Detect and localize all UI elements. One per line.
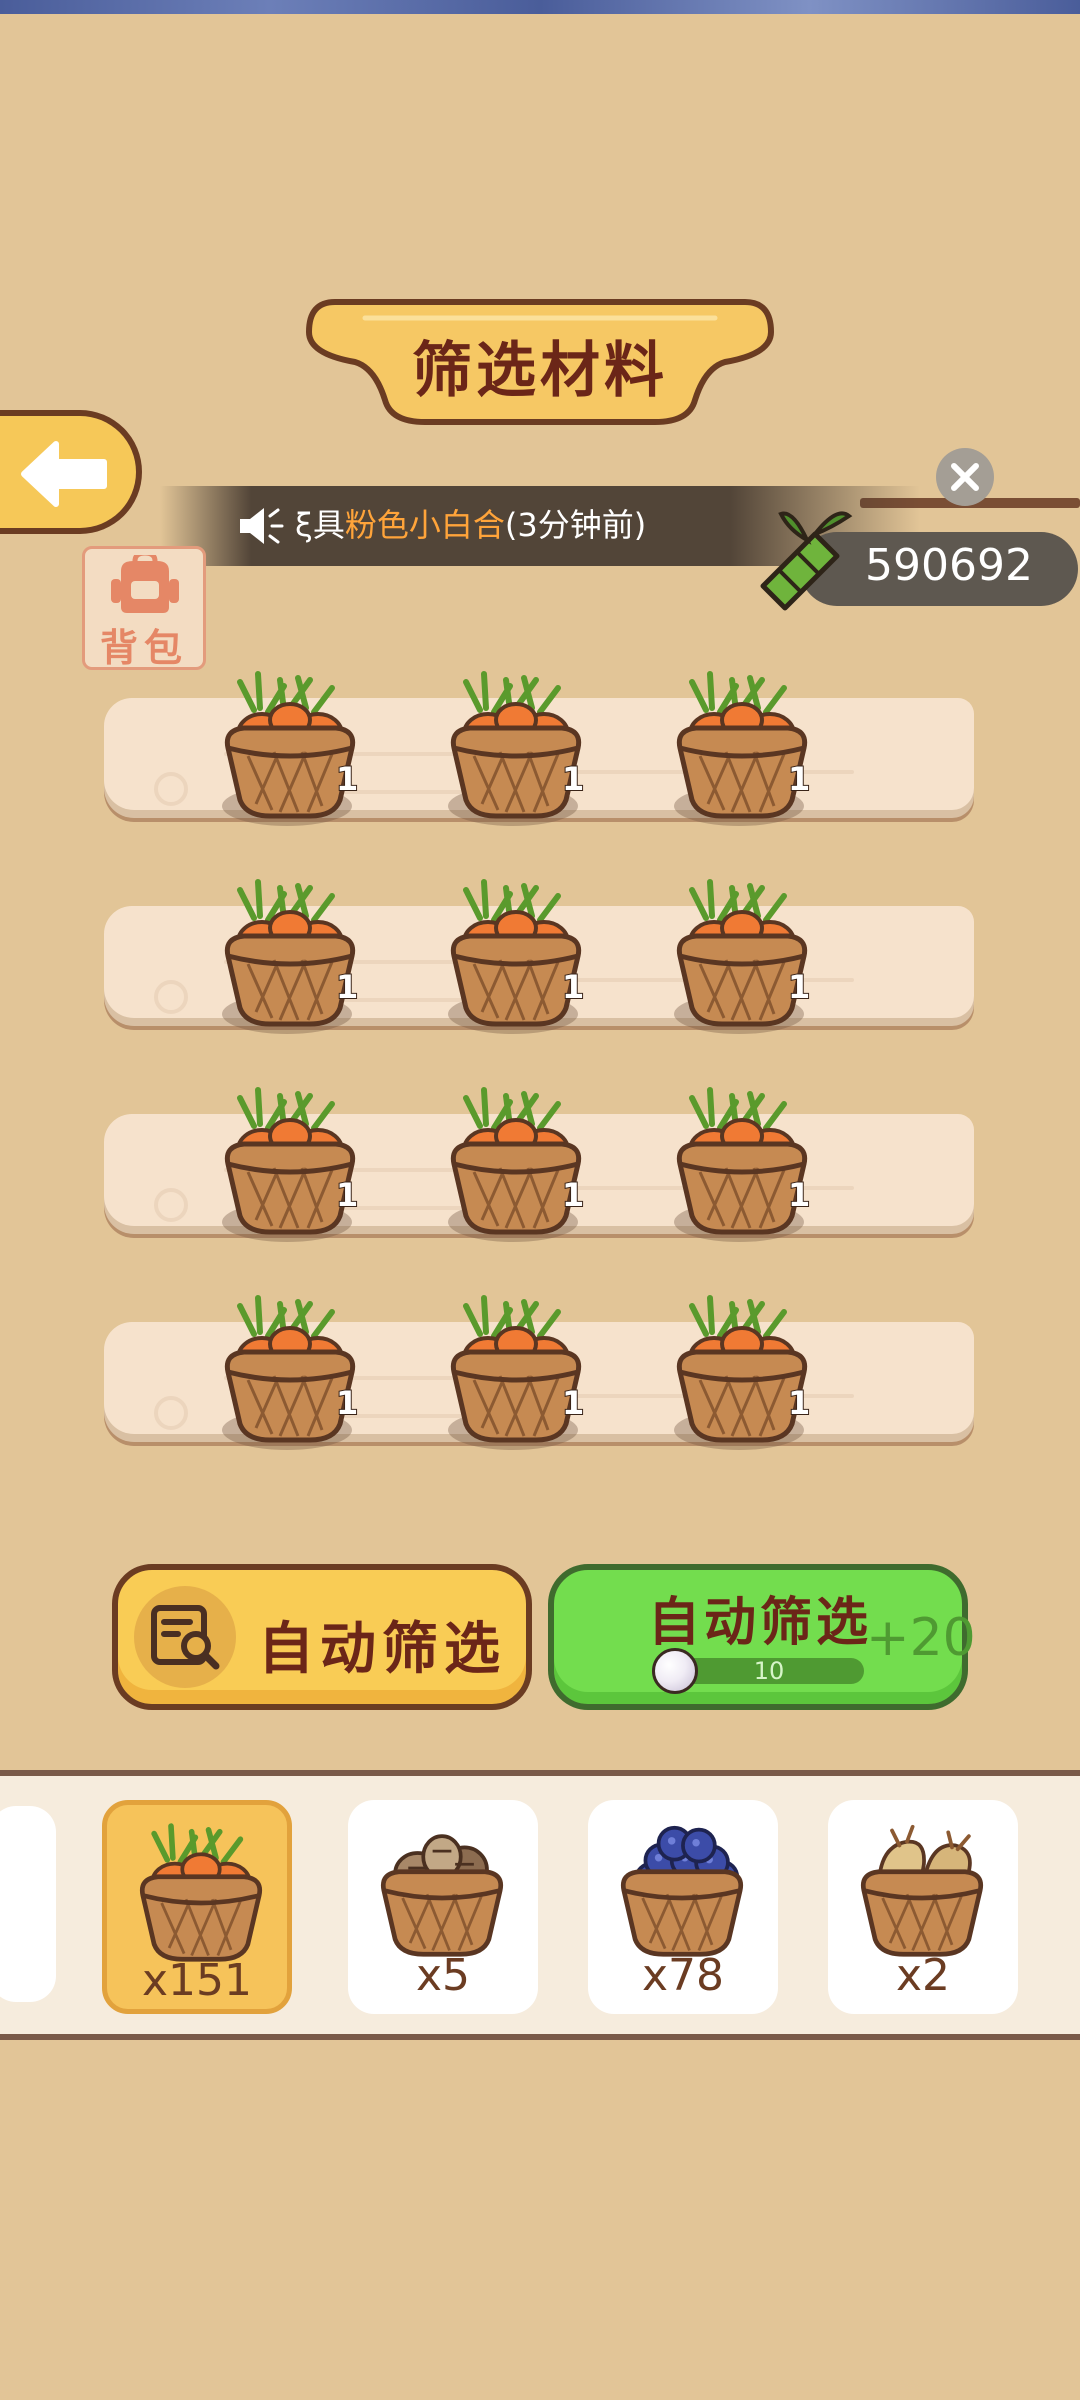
carrot-basket-item[interactable]: 1 — [666, 1284, 826, 1464]
notice-text: ξ具粉色小白合(3分钟前) — [295, 500, 646, 550]
carrot-basket-item[interactable]: 1 — [214, 1076, 374, 1256]
carrot-basket-item[interactable]: 1 — [214, 868, 374, 1048]
wood-knot — [154, 1396, 188, 1430]
auto-filter-paid-label: 自动筛选 — [648, 1593, 873, 1653]
wood-knot — [154, 980, 188, 1014]
taro-basket-icon — [380, 1834, 504, 1957]
basket-count: 1 — [335, 1383, 359, 1423]
close-icon — [951, 463, 979, 491]
basket-count: 1 — [787, 1175, 811, 1215]
inventory-qty: x78 — [641, 1950, 725, 2001]
cost-value: 10 — [753, 1657, 785, 1685]
inventory-item-carrot[interactable]: x151 — [102, 1800, 292, 2014]
inventory-item-taro[interactable]: x5 — [348, 1800, 538, 2014]
cost-bar: 10 — [674, 1658, 864, 1684]
shelf-row: 1 1 1 — [104, 660, 974, 826]
inventory-bar: x151 x5 x78 x2 — [0, 1770, 1080, 2040]
shelf-row: 1 1 1 — [104, 1076, 974, 1242]
back-button[interactable] — [0, 410, 142, 534]
basket-count: 1 — [561, 1383, 585, 1423]
speaker-icon — [240, 508, 284, 544]
basket-count: 1 — [335, 1175, 359, 1215]
carrot-basket-item[interactable]: 1 — [440, 868, 600, 1048]
close-button[interactable] — [936, 448, 994, 506]
backpack-icon — [111, 555, 179, 613]
auto-filter-paid-button[interactable]: 自动筛选 +20 10 — [548, 1564, 976, 1710]
auto-filter-label: 自动筛选 — [258, 1617, 506, 1682]
title-banner: 筛选材料 — [305, 292, 775, 432]
bamboo-icon — [760, 511, 853, 611]
basket-count: 1 — [561, 1175, 585, 1215]
shelf-row: 1 1 1 — [104, 868, 974, 1034]
carrot-basket-item[interactable]: 1 — [666, 660, 826, 840]
inventory-slot-partial[interactable] — [0, 1806, 56, 2002]
basket-count: 1 — [561, 967, 585, 1007]
inventory-qty: x151 — [141, 1955, 253, 2006]
back-arrow-icon — [21, 441, 107, 507]
basket-count: 1 — [787, 759, 811, 799]
carrot-basket-item[interactable]: 1 — [440, 1076, 600, 1256]
basket-count: 1 — [335, 967, 359, 1007]
carrot-basket-item[interactable]: 1 — [214, 1284, 374, 1464]
notice-prefix: ξ具 — [295, 506, 345, 544]
wood-knot — [154, 772, 188, 806]
notice-suffix: (3分钟前) — [504, 506, 647, 544]
notice-highlight: 粉色小白合 — [344, 506, 505, 544]
inventory-item-blueberry[interactable]: x78 — [588, 1800, 778, 2014]
page-title: 筛选材料 — [412, 336, 668, 406]
inventory-item-ginger[interactable]: x2 — [828, 1800, 1018, 2014]
carrot-basket-item[interactable]: 1 — [214, 660, 374, 840]
inventory-qty: x5 — [415, 1950, 471, 2001]
wood-knot — [154, 1188, 188, 1222]
carrot-basket-item[interactable]: 1 — [666, 1076, 826, 1256]
filter-icon-holder — [134, 1586, 236, 1688]
basket-count: 1 — [561, 759, 585, 799]
top-decoration-strip — [0, 0, 1080, 14]
ginger-basket-icon — [860, 1824, 984, 1957]
basket-count: 1 — [787, 1383, 811, 1423]
blueberry-basket-icon — [620, 1825, 744, 1957]
basket-count: 1 — [787, 967, 811, 1007]
basket-count: 1 — [335, 759, 359, 799]
auto-filter-button[interactable]: 自动筛选 — [112, 1564, 532, 1710]
inventory-qty: x2 — [895, 1950, 951, 2001]
carrot-basket-item[interactable]: 1 — [666, 868, 826, 1048]
currency-value: 590692 — [865, 540, 1033, 591]
search-list-icon — [151, 1605, 220, 1670]
shelf-row: 1 1 1 — [104, 1284, 974, 1450]
pearl-icon — [652, 1648, 698, 1694]
bonus-label: +20 — [866, 1608, 976, 1668]
carrot-basket-item[interactable]: 1 — [440, 1284, 600, 1464]
carrot-basket-icon — [139, 1823, 263, 1962]
carrot-basket-item[interactable]: 1 — [440, 660, 600, 840]
backpack-button[interactable]: 背包 — [82, 546, 206, 670]
